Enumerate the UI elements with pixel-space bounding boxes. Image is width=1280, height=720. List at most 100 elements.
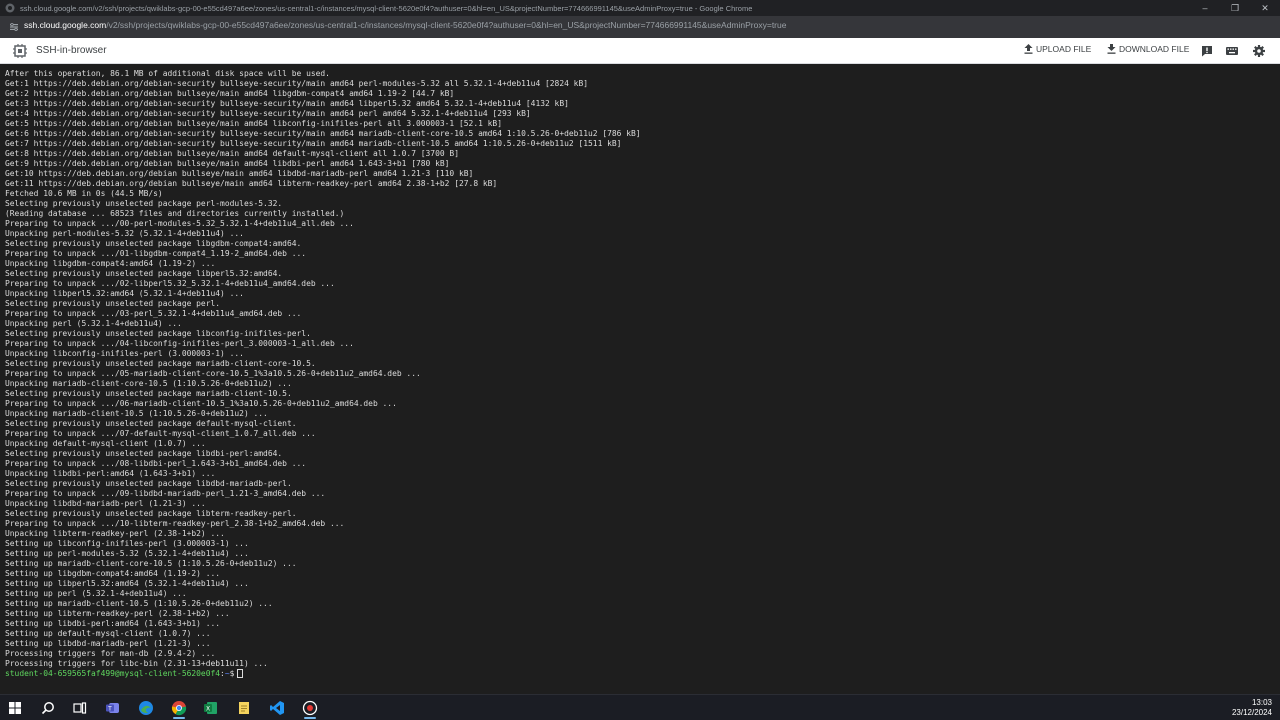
terminal-line: Selecting previously unselected package … <box>5 509 297 518</box>
system-clock[interactable]: 13:03 23/12/2024 <box>1232 698 1272 718</box>
terminal-line: Get:8 https://deb.debian.org/debian bull… <box>5 149 459 158</box>
terminal-line: Unpacking libperl5.32:amd64 (5.32.1-4+de… <box>5 289 244 298</box>
terminal-line: Preparing to unpack .../03-perl_5.32.1-4… <box>5 309 302 318</box>
ssh-header: SSH-in-browser UPLOAD FILE DOWNLOAD FILE <box>0 38 1280 64</box>
excel-icon[interactable]: X <box>196 697 226 719</box>
terminal-line: Unpacking mariadb-client-core-10.5 (1:10… <box>5 379 292 388</box>
app-title: SSH-in-browser <box>36 45 107 56</box>
task-view-icon[interactable] <box>65 697 95 719</box>
terminal-line: Unpacking default-mysql-client (1.0.7) .… <box>5 439 206 448</box>
terminal-line: Get:9 https://deb.debian.org/debian bull… <box>5 159 450 168</box>
terminal-line: Setting up default-mysql-client (1.0.7) … <box>5 629 211 638</box>
download-file-button[interactable]: DOWNLOAD FILE <box>1107 44 1189 54</box>
terminal-line: Selecting previously unselected package … <box>5 199 283 208</box>
prompt-user-host: student-04-659565faf499@mysql-client-562… <box>5 669 221 678</box>
terminal-line: Selecting previously unselected package … <box>5 269 283 278</box>
terminal-line: Preparing to unpack .../00-perl-modules-… <box>5 219 354 228</box>
terminal-prompt[interactable]: student-04-659565faf499@mysql-client-562… <box>5 669 1275 679</box>
taskbar: T X 13:03 23/12/2024 <box>0 694 1280 720</box>
terminal-line: Setting up libterm-readkey-perl (2.38-1+… <box>5 609 230 618</box>
terminal-line: Get:5 https://deb.debian.org/debian bull… <box>5 119 502 128</box>
terminal-line: Get:2 https://deb.debian.org/debian bull… <box>5 89 455 98</box>
notepad-icon[interactable] <box>229 697 259 719</box>
terminal-line: Preparing to unpack .../06-mariadb-clien… <box>5 399 397 408</box>
keyboard-icon[interactable] <box>1225 44 1239 58</box>
terminal-line: Selecting previously unselected package … <box>5 239 302 248</box>
url-host: ssh.cloud.google.com <box>24 20 107 30</box>
terminal-line: Selecting previously unselected package … <box>5 419 297 428</box>
upload-icon <box>1024 44 1033 54</box>
terminal-line: Get:6 https://deb.debian.org/debian-secu… <box>5 129 641 138</box>
upload-file-button[interactable]: UPLOAD FILE <box>1024 44 1091 54</box>
close-icon[interactable]: ✕ <box>1250 0 1280 16</box>
terminal-line: Selecting previously unselected package … <box>5 389 292 398</box>
clock-date: 23/12/2024 <box>1231 708 1272 717</box>
svg-text:T: T <box>107 706 112 713</box>
terminal-cursor <box>237 669 244 678</box>
settings-gear-icon[interactable] <box>1252 44 1266 58</box>
search-icon[interactable] <box>33 697 63 719</box>
terminal-line: Setting up libgdbm-compat4:amd64 (1.19-2… <box>5 569 221 578</box>
terminal-line: Get:4 https://deb.debian.org/debian-secu… <box>5 109 531 118</box>
upload-file-label: UPLOAD FILE <box>1036 44 1092 54</box>
vscode-icon[interactable] <box>262 697 292 719</box>
terminal[interactable]: After this operation, 86.1 MB of additio… <box>0 64 1280 694</box>
terminal-line: Setting up perl-modules-5.32 (5.32.1-4+d… <box>5 549 249 558</box>
terminal-line: Get:3 https://deb.debian.org/debian-secu… <box>5 99 569 108</box>
terminal-line: Preparing to unpack .../08-libdbi-perl_1… <box>5 459 307 468</box>
terminal-line: Selecting previously unselected package … <box>5 329 311 338</box>
terminal-line: Preparing to unpack .../02-libperl5.32_5… <box>5 279 335 288</box>
terminal-line: Get:10 https://deb.debian.org/debian bul… <box>5 169 474 178</box>
svg-text:X: X <box>206 706 210 713</box>
terminal-line: Unpacking libdbd-mariadb-perl (1.21-3) .… <box>5 499 206 508</box>
address-bar[interactable]: ssh.cloud.google.com/v2/ssh/projects/qwi… <box>0 16 1280 38</box>
ssh-logo-icon <box>13 44 27 58</box>
terminal-line: Unpacking mariadb-client-10.5 (1:10.5.26… <box>5 409 268 418</box>
restore-icon[interactable]: ❐ <box>1220 0 1250 16</box>
terminal-line: Preparing to unpack .../10-libterm-readk… <box>5 519 345 528</box>
terminal-line: Setting up perl (5.32.1-4+deb11u4) ... <box>5 589 187 598</box>
terminal-line: Processing triggers for libc-bin (2.31-1… <box>5 659 268 668</box>
terminal-line: Get:11 https://deb.debian.org/debian bul… <box>5 179 498 188</box>
download-icon <box>1107 44 1116 54</box>
url-text[interactable]: ssh.cloud.google.com/v2/ssh/projects/qwi… <box>24 20 786 30</box>
window-title: ssh.cloud.google.com/v2/ssh/projects/qwi… <box>20 3 753 13</box>
chrome-icon[interactable] <box>164 697 194 719</box>
terminal-line: After this operation, 86.1 MB of additio… <box>5 69 330 78</box>
site-info-icon[interactable] <box>8 21 20 33</box>
terminal-line: Selecting previously unselected package … <box>5 299 221 308</box>
terminal-line: Selecting previously unselected package … <box>5 479 292 488</box>
prompt-symbol: $ <box>229 669 235 678</box>
recorder-icon[interactable] <box>295 697 325 719</box>
clock-time: 13:03 <box>1251 698 1272 707</box>
terminal-line: Setting up libconfig-inifiles-perl (3.00… <box>5 539 249 548</box>
terminal-line: Setting up libperl5.32:amd64 (5.32.1-4+d… <box>5 579 249 588</box>
terminal-line: Unpacking perl (5.32.1-4+deb11u4) ... <box>5 319 182 328</box>
terminal-line: Processing triggers for man-db (2.9.4-2)… <box>5 649 216 658</box>
terminal-line: Fetched 10.6 MB in 0s (44.5 MB/s) <box>5 189 163 198</box>
terminal-line: Preparing to unpack .../07-default-mysql… <box>5 429 316 438</box>
terminal-line: Setting up libdbd-mariadb-perl (1.21-3) … <box>5 639 211 648</box>
terminal-line: Setting up mariadb-client-core-10.5 (1:1… <box>5 559 297 568</box>
edge-icon[interactable] <box>131 697 161 719</box>
teams-icon[interactable]: T <box>98 697 128 719</box>
url-path: /v2/ssh/projects/qwiklabs-gcp-00-e55cd49… <box>106 20 787 30</box>
terminal-line: Unpacking libconfig-inifiles-perl (3.000… <box>5 349 244 358</box>
terminal-line: Preparing to unpack .../05-mariadb-clien… <box>5 369 421 378</box>
terminal-line: Unpacking libterm-readkey-perl (2.38-1+b… <box>5 529 225 538</box>
terminal-output: After this operation, 86.1 MB of additio… <box>5 69 1275 669</box>
chrome-favicon-icon <box>5 3 15 13</box>
terminal-line: Get:7 https://deb.debian.org/debian-secu… <box>5 139 622 148</box>
browser-title-bar: ssh.cloud.google.com/v2/ssh/projects/qwi… <box>0 0 1280 16</box>
terminal-line: Setting up libdbi-perl:amd64 (1.643-3+b1… <box>5 619 221 628</box>
terminal-line: Preparing to unpack .../04-libconfig-ini… <box>5 339 354 348</box>
terminal-line: Get:1 https://deb.debian.org/debian-secu… <box>5 79 589 88</box>
terminal-line: Preparing to unpack .../09-libdbd-mariad… <box>5 489 326 498</box>
minimize-icon[interactable]: – <box>1190 0 1220 16</box>
feedback-icon[interactable] <box>1200 44 1214 58</box>
terminal-line: (Reading database ... 68523 files and di… <box>5 209 345 218</box>
terminal-line: Unpacking libdbi-perl:amd64 (1.643-3+b1)… <box>5 469 216 478</box>
terminal-line: Unpacking libgdbm-compat4:amd64 (1.19-2)… <box>5 259 216 268</box>
download-file-label: DOWNLOAD FILE <box>1119 44 1190 54</box>
windows-start-icon[interactable] <box>0 697 30 719</box>
